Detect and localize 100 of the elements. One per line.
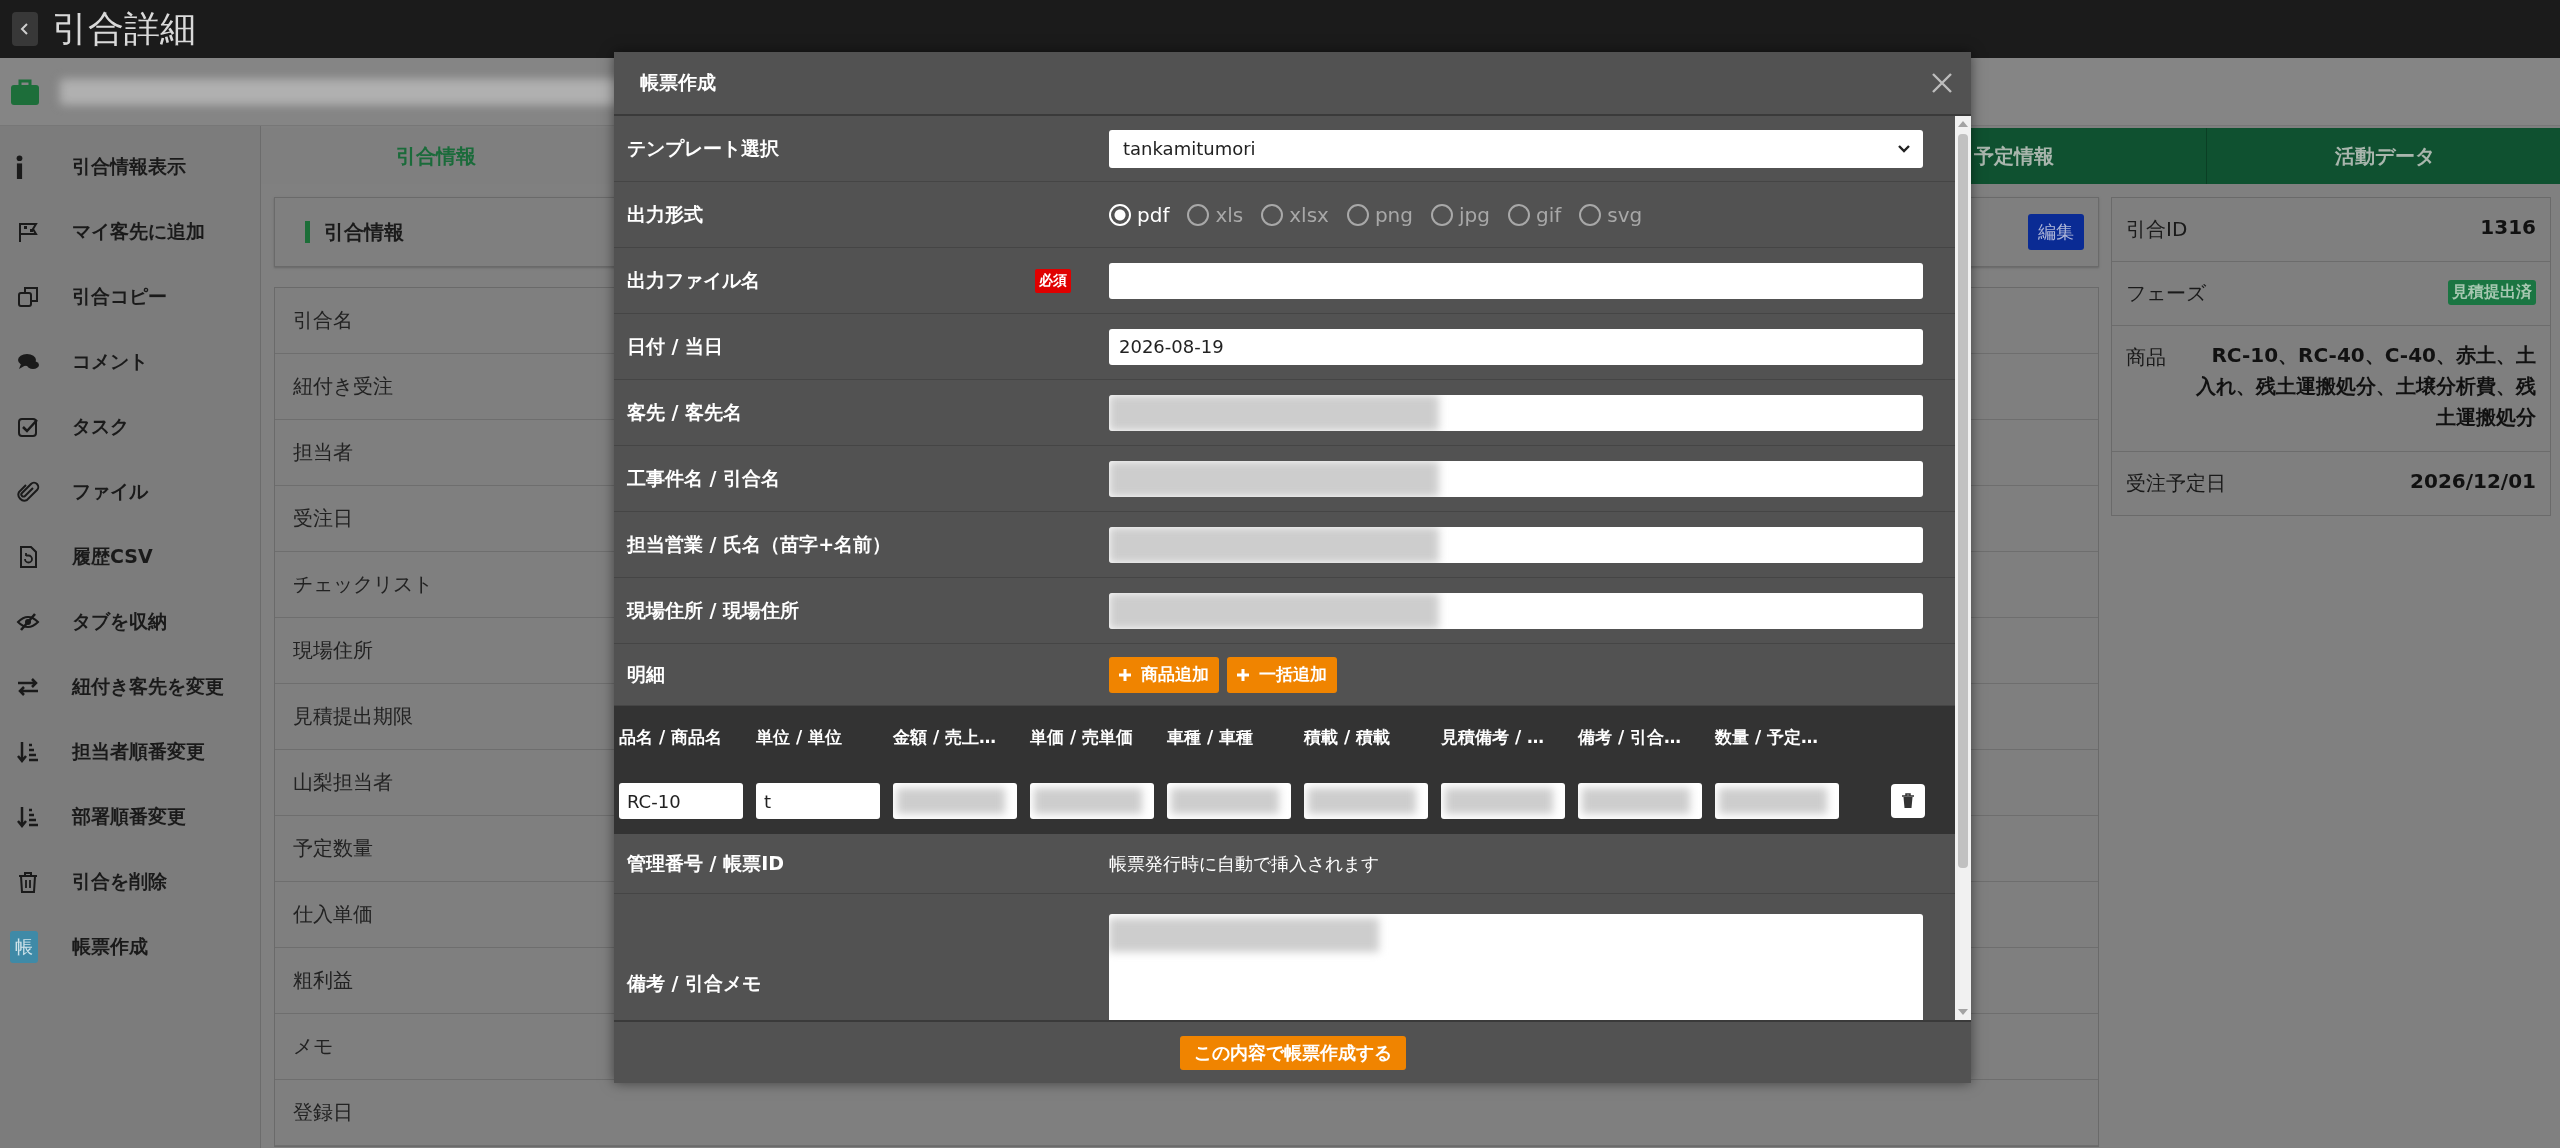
column-header: 車種 / 車種 [1167, 725, 1255, 749]
radio-option[interactable]: png [1346, 202, 1413, 227]
sidebar-item-label: 担当者順番変更 [72, 738, 205, 764]
sidebar-item-label: 部署順番変更 [72, 803, 186, 829]
text-field[interactable] [1441, 783, 1565, 819]
sidebar-item-label: 帳票作成 [72, 933, 148, 959]
sidebar-item-label: 引合コピー [72, 283, 167, 309]
sidebar-item[interactable]: 帳 帳票作成 [0, 914, 260, 979]
radio-option[interactable]: pdf [1109, 202, 1170, 227]
radio-option[interactable]: xlsx [1261, 202, 1329, 227]
text-field[interactable] [1167, 783, 1291, 819]
delete-button[interactable] [1891, 784, 1925, 818]
sidebar-item-label: 履歴CSV [72, 543, 153, 569]
chevron-left-icon [20, 22, 30, 36]
text-field[interactable] [1578, 783, 1702, 819]
back-button[interactable] [12, 12, 38, 46]
sidebar-item[interactable]: 引合情報表示 [0, 134, 260, 199]
add-button[interactable]: 一括追加 [1227, 656, 1337, 693]
sidebar-item[interactable]: コメント [0, 329, 260, 394]
radio-option[interactable]: xls [1187, 202, 1244, 227]
copy-icon [16, 284, 40, 309]
text-field[interactable] [1030, 783, 1154, 819]
sidebar-item[interactable]: 担当者順番変更 [0, 719, 260, 784]
column-header: 積載 / 積載 [1304, 725, 1392, 749]
template-select[interactable]: tankamitumori [1109, 129, 1923, 168]
text-field[interactable]: RC-10 [619, 783, 743, 819]
field-label: フェーズ [2126, 280, 2206, 307]
text-area[interactable] [1109, 914, 1923, 1020]
text-field[interactable] [1715, 783, 1839, 819]
page-title: 引合詳細 [52, 6, 196, 51]
field-label: 仕入単価 [293, 901, 373, 928]
field-label: 担当者 [293, 439, 353, 466]
scrollbar-thumb[interactable] [1958, 134, 1968, 868]
field-label: 登録日 [293, 1099, 353, 1126]
plus-icon [1237, 668, 1249, 681]
text-field[interactable] [1109, 592, 1923, 629]
tab[interactable]: 活動データ [2206, 128, 2560, 184]
sidebar-item[interactable]: 履歴CSV [0, 524, 260, 589]
submit-button[interactable]: この内容で帳票作成する [1179, 1035, 1406, 1070]
field-label: 受注日 [293, 505, 353, 532]
text-field[interactable] [893, 783, 1017, 819]
field-label: 予定数量 [293, 835, 373, 862]
field-label: 見積提出期限 [293, 703, 413, 730]
field-label: 客先 / 客先名 [627, 399, 743, 425]
scrollbar[interactable] [1955, 116, 1971, 1020]
text-field[interactable] [1304, 783, 1428, 819]
sidebar-item[interactable]: 引合コピー [0, 264, 260, 329]
section-title: 引合情報 [324, 218, 404, 246]
scroll-down-icon [1958, 1008, 1968, 1016]
field-label: 引合ID [2126, 216, 2188, 243]
text-field[interactable] [1109, 394, 1923, 431]
sidebar-item-label: マイ客先に追加 [72, 218, 205, 244]
sort-icon [16, 739, 40, 764]
sidebar-item[interactable]: タスク [0, 394, 260, 459]
sidebar-item-label: 引合を削除 [72, 868, 167, 894]
paperclip-icon [16, 479, 40, 504]
column-header: 数量 / 予定… [1715, 725, 1820, 749]
radio-option[interactable]: jpg [1431, 202, 1490, 227]
column-header: 単価 / 売単価 [1030, 725, 1135, 749]
sidebar-item[interactable]: 紐付き客先を変更 [0, 654, 260, 719]
info-icon [16, 154, 23, 179]
sidebar-item[interactable]: ファイル [0, 459, 260, 524]
radio-option[interactable]: svg [1579, 202, 1643, 227]
dialog-title: 帳票作成 [640, 70, 717, 95]
text-field[interactable] [1109, 460, 1923, 497]
field-label: 現場住所 / 現場住所 [627, 597, 800, 623]
text-field[interactable]: 2026-08-19 [1109, 328, 1923, 365]
field-label: 工事件名 / 引合名 [627, 465, 781, 491]
sidebar-item[interactable]: タブを収納 [0, 589, 260, 654]
sidebar-item[interactable]: 部署順番変更 [0, 784, 260, 849]
briefcase-icon [10, 77, 40, 106]
field-label: 受注予定日 [2126, 470, 2226, 497]
field-label: 備考 / 引合メモ [627, 971, 762, 996]
text-field[interactable] [1109, 526, 1923, 563]
field-label: 商品 [2126, 344, 2166, 371]
required-badge: 必須 [1035, 268, 1071, 293]
field-label: 紐付き受注 [293, 373, 393, 400]
radio-option[interactable]: gif [1507, 202, 1562, 227]
document-badge: 帳 [10, 930, 38, 963]
text-field[interactable]: t [756, 783, 880, 819]
trash-icon [1901, 793, 1915, 809]
sidebar-item-label: タブを収納 [72, 608, 167, 634]
field-label: 明細 [627, 661, 665, 687]
field-label: メモ [293, 1033, 333, 1060]
field-label: チェックリスト [293, 571, 433, 598]
field-label: 引合名 [293, 307, 353, 334]
column-header: 品名 / 商品名 [619, 725, 724, 749]
sort-icon [16, 804, 40, 829]
add-button[interactable]: 商品追加 [1109, 656, 1219, 693]
status-badge: 見積提出済 [2448, 280, 2536, 305]
sidebar-item[interactable]: 引合を削除 [0, 849, 260, 914]
sidebar-item[interactable]: マイ客先に追加 [0, 199, 260, 264]
field-label: 出力形式 [627, 201, 703, 227]
column-header: 見積備考 / … [1441, 725, 1546, 749]
edit-button[interactable]: 編集 [2028, 214, 2084, 250]
trash-icon [16, 869, 40, 894]
column-header: 単位 / 単位 [756, 725, 844, 749]
sidebar-item-label: ファイル [72, 478, 148, 504]
field-label: 現場住所 [293, 637, 373, 664]
text-field[interactable] [1109, 262, 1923, 299]
